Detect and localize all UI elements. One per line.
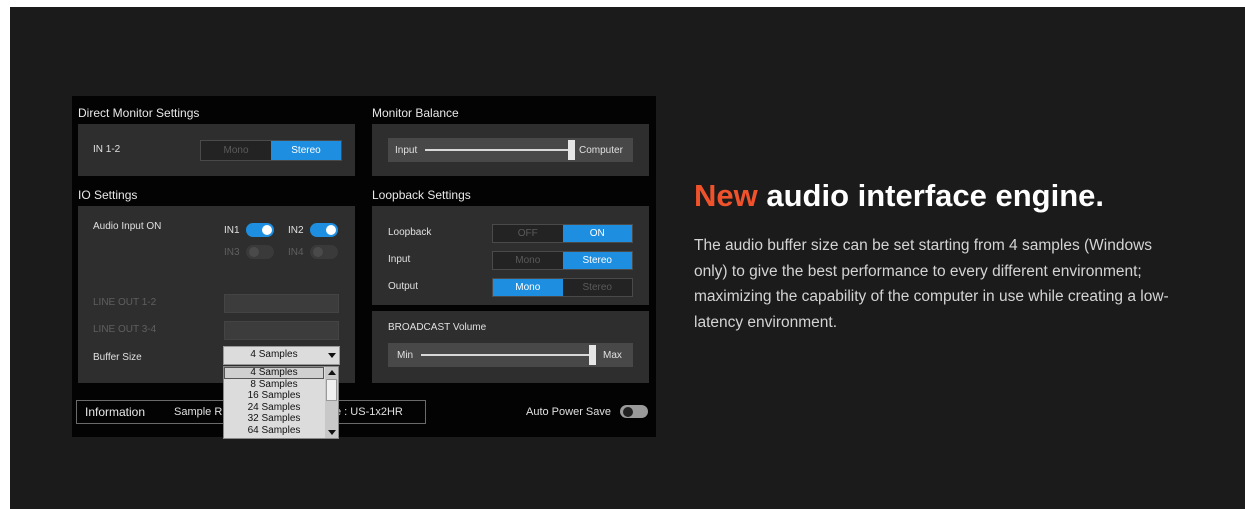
- scroll-down-icon[interactable]: [328, 430, 336, 435]
- broadcast-volume-slider[interactable]: Min Max: [388, 343, 633, 367]
- broadcast-knob[interactable]: [589, 345, 596, 365]
- auto-power-save-label: Auto Power Save: [526, 406, 611, 418]
- app-screenshot: Direct Monitor Settings IN 1-2 Mono Ster…: [72, 96, 656, 439]
- loopback-input-label: Input: [388, 254, 411, 265]
- scroll-up-icon[interactable]: [328, 370, 336, 375]
- line-out-34-label: LINE OUT 3-4: [93, 324, 157, 335]
- balance-track: [425, 149, 571, 151]
- buffer-option-4[interactable]: 4 Samples: [224, 367, 324, 379]
- buffer-option-64[interactable]: 64 Samples: [224, 425, 324, 437]
- buffer-size-dropdown: 4 Samples 8 Samples 16 Samples 24 Sample…: [223, 366, 339, 439]
- in2-toggle[interactable]: [310, 223, 338, 237]
- dropdown-scrollbar[interactable]: [325, 367, 338, 438]
- buffer-size-label: Buffer Size: [93, 352, 142, 363]
- sample-rate-text: Sample R: [174, 406, 223, 418]
- in12-label: IN 1-2: [93, 144, 121, 155]
- loopback-switch[interactable]: OFF ON: [492, 224, 633, 243]
- auto-power-save-toggle[interactable]: [620, 405, 648, 418]
- chevron-down-icon: [328, 353, 336, 358]
- broadcast-track: [421, 354, 591, 356]
- broadcast-min-label: Min: [397, 350, 414, 361]
- broadcast-max-label: Max: [603, 350, 622, 361]
- loopback-title: Loopback Settings: [372, 188, 471, 202]
- broadcast-volume-title: BROADCAST Volume: [388, 322, 487, 333]
- monitor-balance-panel: Input Computer: [372, 124, 649, 176]
- io-settings-title: IO Settings: [78, 188, 138, 202]
- buffer-size-value: 4 Samples: [250, 349, 298, 360]
- loopback-output-switch[interactable]: Mono Stereo: [492, 278, 633, 297]
- device-text: e : US-1x2HR: [335, 406, 403, 418]
- direct-monitor-mode-switch[interactable]: Mono Stereo: [200, 140, 342, 161]
- headline-rest: audio interface engine.: [757, 178, 1104, 213]
- loopback-input-switch[interactable]: Mono Stereo: [492, 251, 633, 270]
- buffer-option-24[interactable]: 24 Samples: [224, 402, 324, 414]
- buffer-option-32[interactable]: 32 Samples: [224, 413, 324, 425]
- line-out-12-label: LINE OUT 1-2: [93, 297, 157, 308]
- scroll-thumb[interactable]: [326, 379, 337, 401]
- loopback-output-mono-option[interactable]: Mono: [493, 279, 563, 296]
- in3-toggle[interactable]: [246, 245, 274, 259]
- buffer-option-16[interactable]: 16 Samples: [224, 390, 324, 402]
- loopback-output-label: Output: [388, 281, 419, 292]
- loopback-input-mono-option[interactable]: Mono: [493, 252, 563, 269]
- monitor-balance-slider[interactable]: Input Computer: [388, 138, 633, 162]
- balance-computer-label: Computer: [579, 145, 623, 156]
- loopback-panel: Loopback OFF ON Input Mono Stereo Output…: [372, 206, 649, 305]
- in4-toggle[interactable]: [310, 245, 338, 259]
- headline: New audio interface engine.: [694, 178, 1104, 214]
- buffer-option-8[interactable]: 8 Samples: [224, 379, 324, 391]
- description: The audio buffer size can be set startin…: [694, 237, 1169, 331]
- loopback-input-stereo-option[interactable]: Stereo: [562, 252, 632, 269]
- direct-monitor-panel: IN 1-2 Mono Stereo: [78, 124, 355, 176]
- direct-monitor-mono-option[interactable]: Mono: [201, 141, 271, 160]
- loopback-row-label: Loopback: [388, 227, 432, 238]
- in4-label: IN4: [288, 247, 304, 258]
- information-label: Information: [85, 405, 146, 419]
- in1-label: IN1: [224, 225, 240, 236]
- io-settings-panel: Audio Input ON IN1 IN2 IN3 IN4 LINE OUT …: [78, 206, 355, 383]
- in3-label: IN3: [224, 247, 240, 258]
- balance-knob[interactable]: [568, 140, 575, 160]
- in1-toggle[interactable]: [246, 223, 274, 237]
- headline-accent: New: [694, 178, 758, 213]
- line-out-34-select[interactable]: [224, 321, 339, 340]
- buffer-size-select[interactable]: 4 Samples: [223, 346, 340, 365]
- loopback-output-stereo-option[interactable]: Stereo: [563, 279, 633, 296]
- direct-monitor-title: Direct Monitor Settings: [78, 106, 200, 120]
- loopback-off-option[interactable]: OFF: [493, 225, 563, 242]
- direct-monitor-stereo-option[interactable]: Stereo: [271, 141, 341, 160]
- balance-input-label: Input: [395, 145, 418, 156]
- monitor-balance-title: Monitor Balance: [372, 106, 459, 120]
- line-out-12-select[interactable]: [224, 294, 339, 313]
- in2-label: IN2: [288, 225, 304, 236]
- audio-input-label: Audio Input ON: [93, 221, 162, 232]
- loopback-on-option[interactable]: ON: [562, 225, 632, 242]
- broadcast-panel: BROADCAST Volume Min Max: [372, 311, 649, 383]
